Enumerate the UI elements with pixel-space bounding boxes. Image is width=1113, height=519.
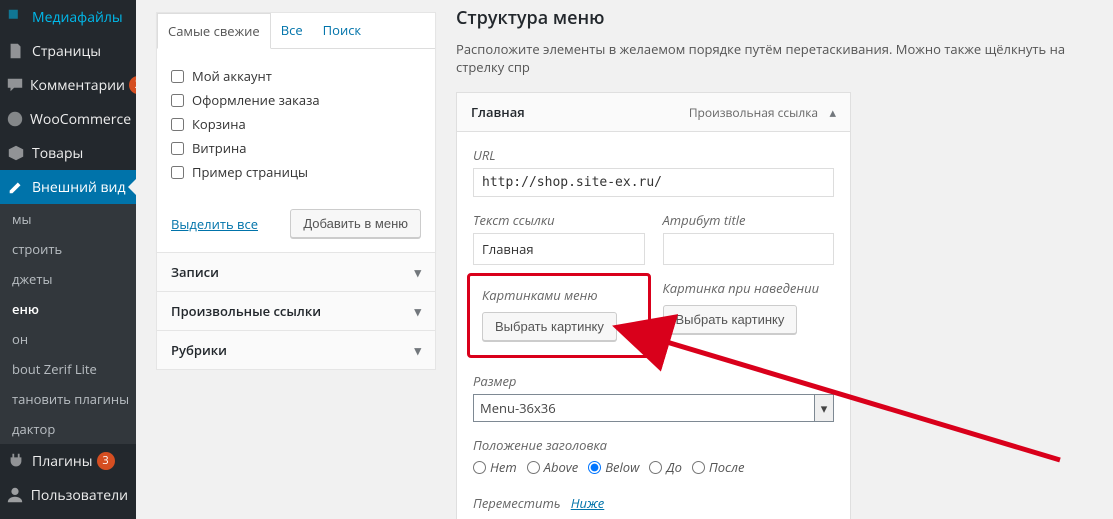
caret-down-icon: ▾ <box>414 263 421 281</box>
page-checkbox[interactable] <box>171 94 184 107</box>
tab-recent[interactable]: Самые свежие <box>157 13 271 49</box>
size-label: Размер <box>473 372 834 390</box>
size-select[interactable]: Menu-36x36 <box>473 394 834 422</box>
url-input[interactable] <box>473 168 834 197</box>
radio-after[interactable]: После <box>692 458 745 476</box>
media-icon <box>6 7 26 27</box>
radio-none[interactable]: Нет <box>473 458 517 476</box>
submenu-item[interactable]: тановить плагины <box>0 384 136 414</box>
sidebar-item-media[interactable]: Медиафайлы <box>0 0 136 34</box>
pages-panel: Самые свежие Все Поиск Мой аккаунт Оформ… <box>156 12 436 253</box>
page-checkbox[interactable] <box>171 142 184 155</box>
product-icon <box>6 143 26 163</box>
page-checkbox[interactable] <box>171 166 184 179</box>
add-to-menu-button[interactable]: Добавить в меню <box>290 209 421 238</box>
menu-structure-column: Структура меню Расположите элементы в же… <box>456 0 1093 519</box>
sidebar-item-woocommerce[interactable]: WooCommerce <box>0 102 136 136</box>
highlighted-image-menu: Картинками меню Выбрать картинку <box>467 273 651 358</box>
submenu-item[interactable]: строить <box>0 234 136 264</box>
plugin-icon <box>6 451 26 471</box>
url-label: URL <box>473 146 834 164</box>
link-text-label: Текст ссылки <box>473 211 645 229</box>
position-label: Положение заголовка <box>473 436 834 454</box>
user-icon <box>6 485 25 505</box>
page-icon <box>6 41 26 61</box>
radio-below[interactable]: Below <box>588 458 639 476</box>
submenu-item-menu[interactable]: еню <box>0 294 136 324</box>
accordion-posts[interactable]: Записи ▾ <box>156 252 436 292</box>
sidebar-item-pages[interactable]: Страницы <box>0 34 136 68</box>
structure-title: Структура меню <box>456 6 1093 30</box>
tab-search[interactable]: Поиск <box>313 13 372 48</box>
tab-all[interactable]: Все <box>271 13 313 48</box>
move-row: Переместить Ниже <box>473 494 834 512</box>
sidebar-label: Медиафайлы <box>32 8 123 27</box>
sidebar-label: Внешний вид <box>32 178 126 197</box>
position-radio-group: Нет Above Below До После <box>473 458 834 480</box>
radio-before[interactable]: До <box>649 458 682 476</box>
appearance-icon <box>6 177 26 197</box>
sidebar-label: Плагины <box>32 452 93 471</box>
submenu-item[interactable]: он <box>0 324 136 354</box>
choose-image-menu-button[interactable]: Выбрать картинку <box>482 312 617 341</box>
page-checkbox-row[interactable]: Оформление заказа <box>171 91 421 109</box>
panel-tabs: Самые свежие Все Поиск <box>157 13 435 49</box>
img-menu-label: Картинками меню <box>482 286 636 304</box>
title-attr-input[interactable] <box>663 233 835 265</box>
page-checkbox-row[interactable]: Витрина <box>171 139 421 157</box>
menu-item-settings: URL Текст ссылки Атрибут title <box>456 132 851 519</box>
page-checkbox[interactable] <box>171 70 184 83</box>
accordion-custom-links[interactable]: Произвольные ссылки ▾ <box>156 291 436 331</box>
page-checkbox-row[interactable]: Корзина <box>171 115 421 133</box>
plugins-badge: 3 <box>97 452 115 470</box>
select-dropdown-button[interactable]: ▾ <box>814 394 834 422</box>
admin-sidebar: Медиафайлы Страницы Комментарии 2 WooCom… <box>0 0 136 519</box>
page-checkbox[interactable] <box>171 118 184 131</box>
caret-down-icon: ▾ <box>414 341 421 359</box>
accordion-categories[interactable]: Рубрики ▾ <box>156 330 436 370</box>
select-all-link[interactable]: Выделить все <box>171 215 258 233</box>
sidebar-label: WooCommerce <box>30 110 131 129</box>
sidebar-label: Комментарии <box>30 76 125 95</box>
menu-item-title: Главная <box>471 103 525 121</box>
move-down-link[interactable]: Ниже <box>571 494 605 512</box>
submenu-item[interactable]: bout Zerif Lite <box>0 354 136 384</box>
menu-item-type: Произвольная ссылка <box>689 104 818 121</box>
title-attr-label: Атрибут title <box>663 211 835 229</box>
caret-down-icon: ▾ <box>414 302 421 320</box>
sidebar-item-users[interactable]: Пользователи <box>0 478 136 512</box>
radio-above[interactable]: Above <box>527 458 579 476</box>
page-checkbox-row[interactable]: Мой аккаунт <box>171 67 421 85</box>
caret-up-icon[interactable]: ▴ <box>829 103 836 121</box>
menu-item-handle[interactable]: Главная Произвольная ссылка ▴ <box>456 92 851 132</box>
pages-list: Мой аккаунт Оформление заказа Корзина Ви… <box>157 49 435 199</box>
woo-icon <box>6 109 24 129</box>
link-text-input[interactable] <box>473 233 645 265</box>
sidebar-label: Товары <box>32 144 83 163</box>
add-items-column: Самые свежие Все Поиск Мой аккаунт Оформ… <box>156 12 436 370</box>
img-hover-label: Картинка при наведении <box>663 279 835 297</box>
sidebar-submenu: мы строить джеты еню он bout Zerif Lite … <box>0 204 136 444</box>
sidebar-label: Пользователи <box>31 486 128 505</box>
sidebar-item-appearance[interactable]: Внешний вид <box>0 170 136 204</box>
sidebar-label: Страницы <box>32 42 101 61</box>
submenu-item[interactable]: дактор <box>0 414 136 444</box>
structure-description: Расположите элементы в желаемом порядке … <box>456 40 1093 76</box>
sidebar-item-comments[interactable]: Комментарии 2 <box>0 68 136 102</box>
sidebar-item-products[interactable]: Товары <box>0 136 136 170</box>
sidebar-item-plugins[interactable]: Плагины 3 <box>0 444 136 478</box>
submenu-item[interactable]: джеты <box>0 264 136 294</box>
submenu-item[interactable]: мы <box>0 204 136 234</box>
page-checkbox-row[interactable]: Пример страницы <box>171 163 421 181</box>
choose-image-hover-button[interactable]: Выбрать картинку <box>663 305 798 334</box>
comment-icon <box>6 75 24 95</box>
comments-badge: 2 <box>129 76 136 94</box>
